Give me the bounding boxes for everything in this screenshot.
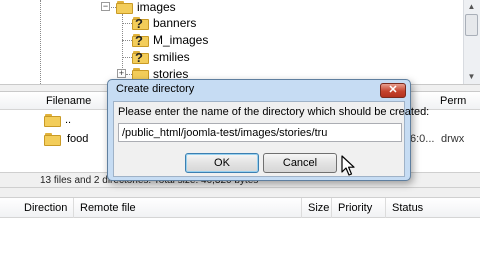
file-date: 6:0...: [410, 133, 435, 145]
file-permissions: drwx: [441, 133, 465, 145]
tree-item-images[interactable]: images: [116, 0, 176, 15]
scroll-up-arrow-icon[interactable]: ▲: [466, 2, 477, 12]
remote-directory-tree[interactable]: − images ? banners ? M_images ? smilies …: [0, 0, 480, 84]
tree-item-label: images: [137, 0, 176, 14]
folder-icon: [44, 113, 61, 127]
dialog-body: Please enter the name of the directory w…: [113, 101, 429, 177]
collapse-toggle-images[interactable]: −: [101, 2, 110, 11]
dialog-titlebar[interactable]: Create directory ✕: [108, 80, 410, 100]
tree-item-m-images[interactable]: ? M_images: [132, 32, 208, 48]
tree-item-label: banners: [153, 16, 197, 30]
folder-icon: [44, 132, 61, 146]
mouse-cursor-icon: [341, 155, 355, 176]
column-header-permissions[interactable]: Perm: [434, 92, 480, 110]
column-header-priority[interactable]: Priority: [332, 198, 386, 218]
unknown-folder-icon: ?: [132, 33, 149, 48]
file-name: ..: [65, 114, 72, 126]
expand-toggle-stories[interactable]: +: [117, 69, 126, 78]
column-header-status[interactable]: Status: [386, 198, 480, 218]
unknown-folder-icon: ?: [132, 16, 149, 31]
tree-item-banners[interactable]: ? banners: [132, 15, 196, 31]
create-directory-dialog[interactable]: Create directory ✕ Please enter the name…: [107, 79, 429, 181]
unknown-folder-icon: ?: [132, 50, 149, 65]
scroll-down-arrow-icon[interactable]: ▼: [466, 72, 477, 82]
scroll-thumb[interactable]: [465, 14, 478, 36]
folder-icon: [116, 0, 133, 14]
pane-splitter[interactable]: [0, 188, 480, 198]
close-button[interactable]: ✕: [380, 83, 406, 98]
ok-button[interactable]: OK: [185, 153, 259, 173]
close-icon: ✕: [388, 84, 398, 96]
column-header-remote-file[interactable]: Remote file: [74, 198, 302, 218]
transfer-queue[interactable]: Direction Remote file Size Priority Stat…: [0, 188, 480, 270]
queue-header: Direction Remote file Size Priority Stat…: [0, 198, 480, 218]
file-name: food: [67, 133, 89, 145]
cancel-button[interactable]: Cancel: [263, 153, 337, 173]
column-header-direction[interactable]: Direction: [18, 198, 74, 218]
column-header-size[interactable]: Size: [302, 198, 332, 218]
tree-item-smilies[interactable]: ? smilies: [132, 49, 190, 65]
tree-item-label: M_images: [153, 33, 209, 47]
tree-item-label: smilies: [153, 50, 190, 64]
dialog-title: Create directory: [116, 83, 195, 95]
directory-name-input[interactable]: [118, 123, 402, 142]
tree-scrollbar[interactable]: ▲ ▼: [463, 0, 480, 84]
column-header-filename[interactable]: Filename: [40, 92, 112, 110]
dialog-prompt: Please enter the name of the directory w…: [118, 106, 430, 118]
